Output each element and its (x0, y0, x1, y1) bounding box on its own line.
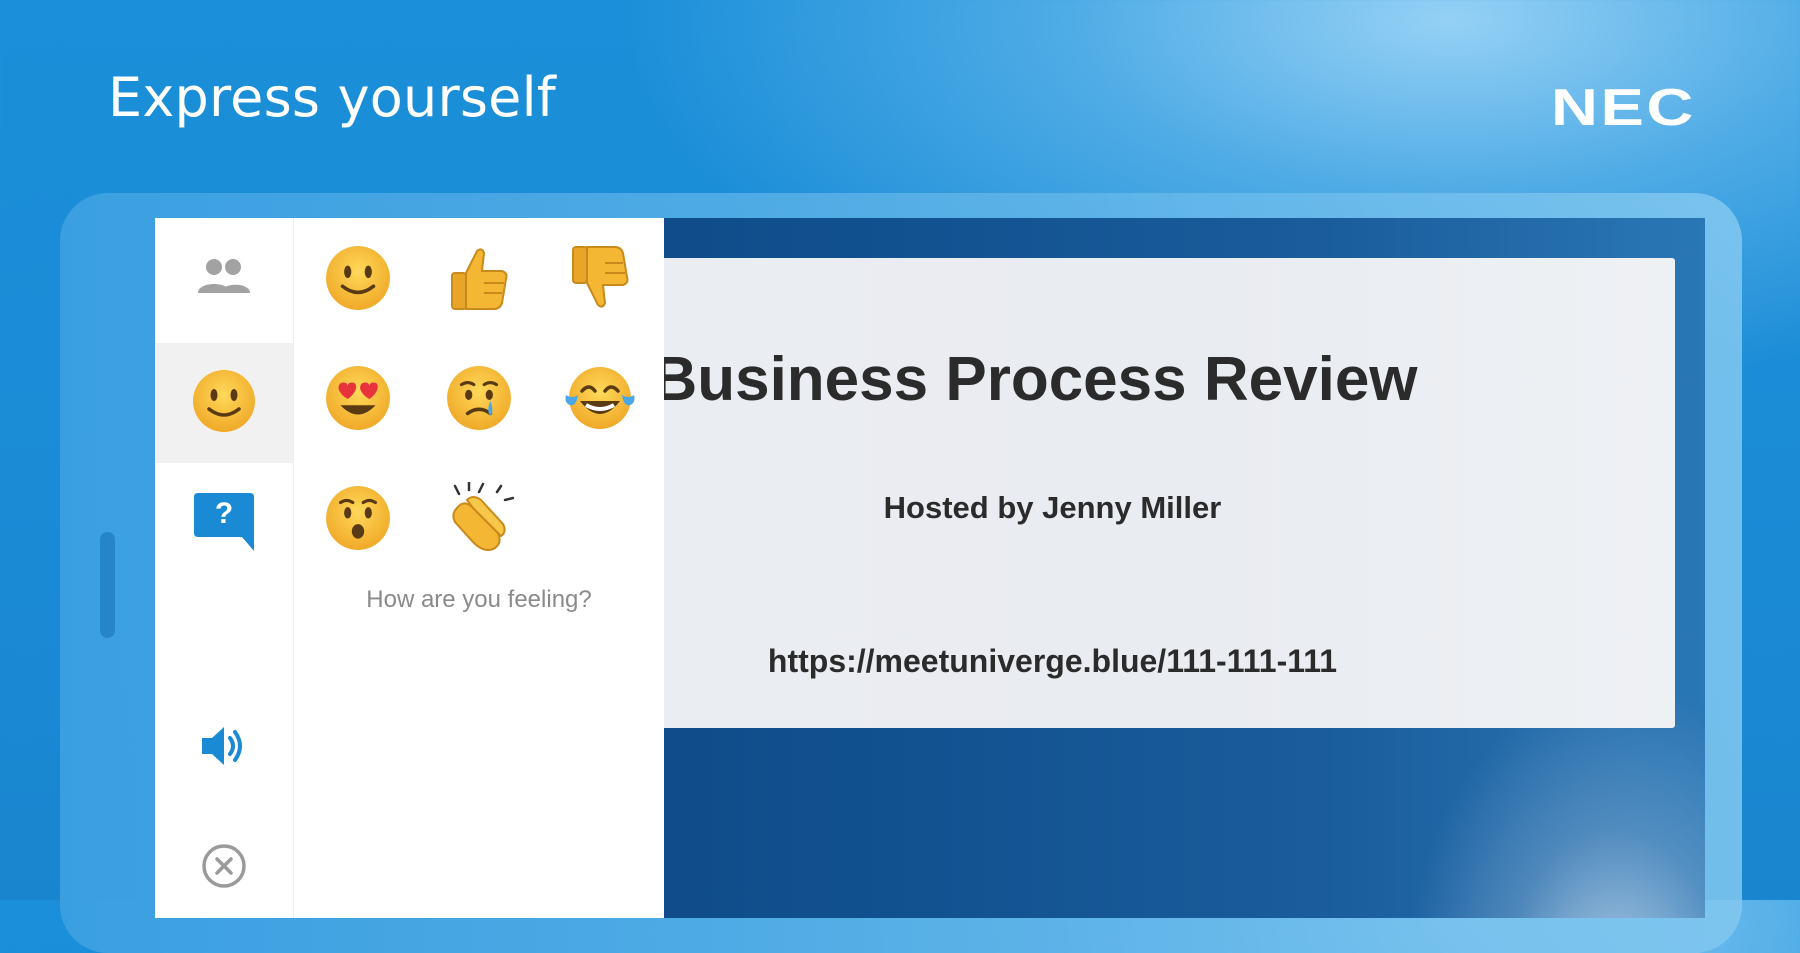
tablet-side-button (100, 532, 115, 638)
thumbs-up-emoji (444, 243, 514, 317)
rail-item-participants[interactable] (155, 218, 293, 338)
question-icon: ? (192, 493, 256, 553)
reactions-caption: How are you feeling? (366, 586, 592, 613)
reaction-tears-of-joy[interactable] (560, 360, 640, 440)
reaction-crying[interactable] (439, 360, 519, 440)
reaction-surprised[interactable] (318, 480, 398, 560)
thumbs-down-emoji (565, 243, 635, 317)
reactions-panel: How are you feeling? (294, 218, 664, 918)
question-glyph: ? (214, 497, 234, 530)
rail-item-close[interactable] (155, 808, 293, 928)
speaker-icon (200, 724, 248, 772)
slide-meeting-url: https://meetuniverge.blue/111-111-111 (767, 643, 1338, 679)
side-rail: ? (155, 218, 294, 918)
brand-logo: NEC (1551, 79, 1696, 137)
reaction-heart-eyes[interactable] (318, 360, 398, 440)
slide-host: Hosted by Jenny Miller (883, 490, 1222, 525)
reaction-thumbs-up[interactable] (439, 240, 519, 320)
close-circle-icon (201, 843, 247, 893)
tears-of-joy-emoji (564, 364, 636, 436)
rail-item-questions[interactable]: ? (155, 463, 293, 583)
surprised-emoji (324, 484, 392, 556)
heart-eyes-emoji (324, 364, 392, 436)
reaction-clapping-hands[interactable] (439, 480, 519, 560)
participants-icon (195, 255, 253, 301)
crying-emoji (445, 364, 513, 436)
headline: Express yourself (108, 66, 557, 129)
shared-slide: Business Process Review Hosted by Jenny … (652, 258, 1675, 728)
slightly-smiling-emoji (324, 244, 392, 316)
smiley-face-icon (191, 368, 257, 438)
rail-item-reactions[interactable] (155, 343, 293, 463)
clapping-hands-emoji (443, 480, 515, 558)
reaction-slightly-smiling[interactable] (318, 240, 398, 320)
reaction-thumbs-down[interactable] (560, 240, 640, 320)
rail-item-audio[interactable] (155, 688, 293, 808)
